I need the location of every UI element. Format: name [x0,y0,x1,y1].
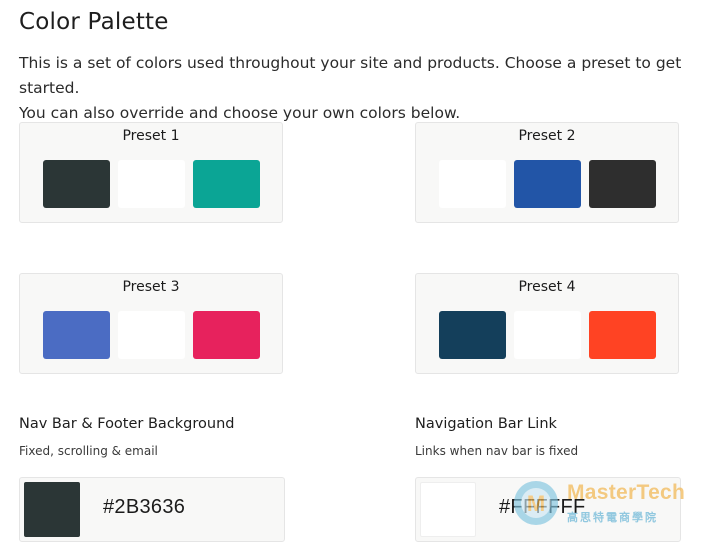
preset-4-swatch-2 [514,311,581,359]
preset-1-swatch-2 [118,160,185,208]
nav-footer-bg-hex-value[interactable]: #2B3636 [103,496,185,519]
preset-2-swatch-3 [589,160,656,208]
nav-link-color-picker[interactable]: #FFFFFF [415,477,681,542]
nav-link-color-chip[interactable] [420,482,476,537]
description-line-1: This is a set of colors used throughout … [19,54,682,97]
preset-label: Preset 3 [122,279,180,295]
preset-2-card[interactable]: Preset 2 [415,122,679,223]
nav-footer-bg-color-picker[interactable]: #2B3636 [19,477,285,542]
nav-link-sub: Links when nav bar is fixed [415,444,579,458]
preset-2-swatch-2 [514,160,581,208]
preset-label: Preset 4 [518,279,576,295]
nav-footer-bg-sub: Fixed, scrolling & email [19,444,158,458]
preset-label: Preset 1 [122,128,180,144]
preset-label: Preset 2 [518,128,576,144]
preset-1-swatch-1 [43,160,110,208]
nav-link-label: Navigation Bar Link [415,416,557,432]
preset-3-swatch-1 [43,311,110,359]
preset-1-swatch-3 [193,160,260,208]
nav-footer-bg-color-chip[interactable] [24,482,80,537]
preset-3-card[interactable]: Preset 3 [19,273,283,374]
preset-4-swatch-3 [589,311,656,359]
nav-footer-bg-label: Nav Bar & Footer Background [19,416,235,432]
preset-2-swatch-1 [439,160,506,208]
preset-3-swatch-2 [118,311,185,359]
preset-4-swatch-1 [439,311,506,359]
page-description: This is a set of colors used throughout … [19,51,719,126]
preset-4-card[interactable]: Preset 4 [415,273,679,374]
nav-link-hex-value[interactable]: #FFFFFF [499,496,586,519]
preset-1-card[interactable]: Preset 1 [19,122,283,223]
preset-3-swatch-3 [193,311,260,359]
page-title: Color Palette [19,9,169,35]
